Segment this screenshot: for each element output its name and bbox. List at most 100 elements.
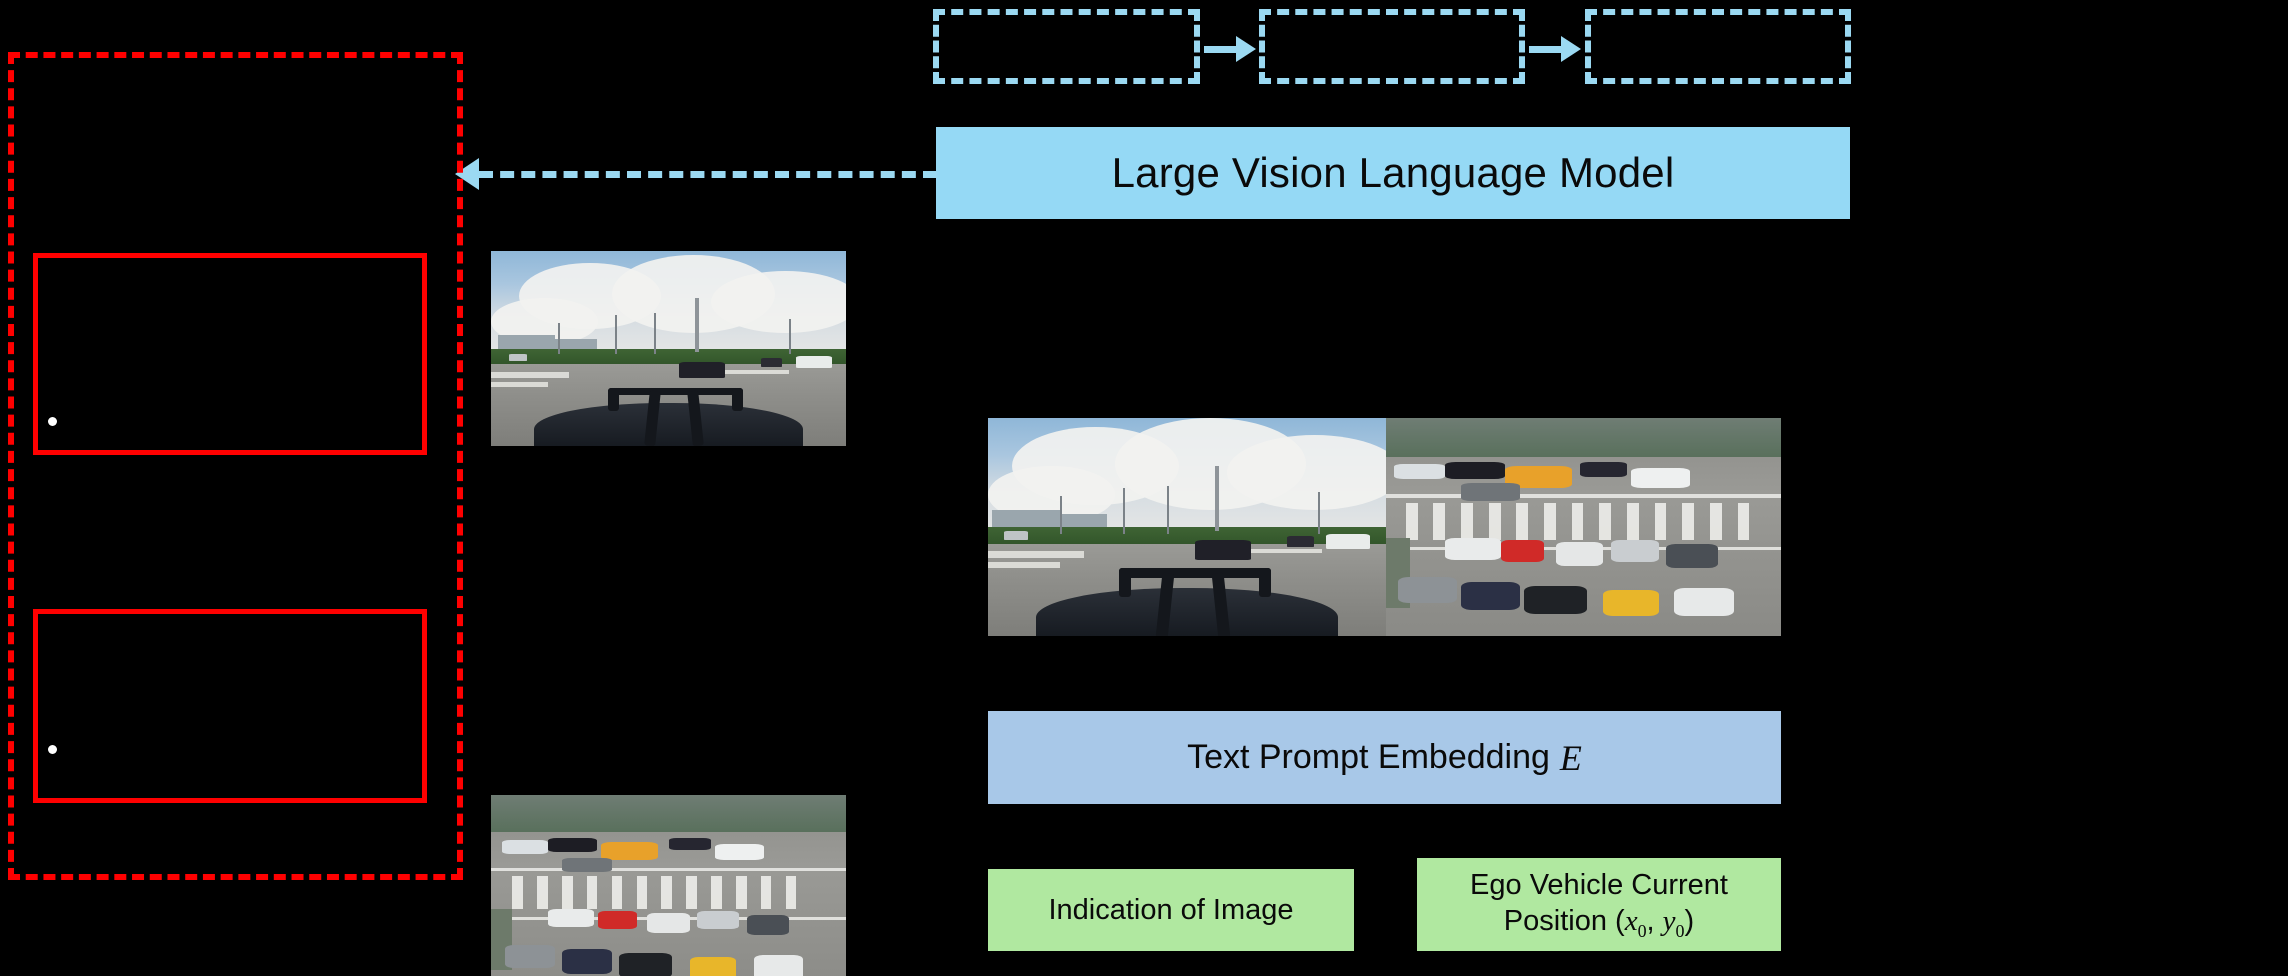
- vehicle: [501, 839, 548, 854]
- vehicle: [1445, 461, 1505, 480]
- zebra-stripe: [1433, 503, 1446, 541]
- vehicle: [547, 908, 594, 927]
- cloud: [711, 270, 846, 333]
- lane-line: [1386, 494, 1781, 498]
- zebra-stripe: [1516, 503, 1529, 541]
- vehicle: [1003, 531, 1028, 541]
- arrow-head-icon: [1561, 36, 1581, 62]
- ego-position-separator: ,: [1646, 904, 1663, 937]
- ego-vehicle-position-box[interactable]: Ego Vehicle Current Position (x0, y0): [1417, 858, 1781, 951]
- zebra-stripe: [1737, 503, 1750, 541]
- arrow-head-icon: [1378, 646, 1400, 662]
- tree-row: [1386, 418, 1781, 458]
- vehicle: [1461, 581, 1521, 610]
- ego-position-y-symbol: y0: [1662, 904, 1685, 941]
- ego-vehicle-position-line-1: Ego Vehicle Current: [1470, 868, 1728, 901]
- zebra-stripe: [611, 876, 623, 909]
- arrow-shaft: [1386, 662, 1392, 706]
- text-prompt-embedding-banner[interactable]: Text Prompt Embedding E: [988, 711, 1781, 804]
- output-card-2[interactable]: [33, 609, 427, 803]
- zebra-stripe: [537, 876, 548, 909]
- arrow-shaft: [1596, 822, 1602, 862]
- vehicle: [689, 957, 736, 976]
- front-view-image[interactable]: [988, 418, 1386, 636]
- ego-position-suffix: ): [1684, 904, 1695, 937]
- arrow-shaft: [1529, 45, 1561, 53]
- roof-rack: [1119, 568, 1271, 579]
- image-pair: [988, 418, 1781, 636]
- pipeline-stage-1[interactable]: [933, 9, 1200, 84]
- zebra-stripe: [1461, 503, 1473, 541]
- vehicle: [508, 354, 527, 362]
- arrow-shaft: [1204, 45, 1236, 53]
- front-view-thumbnail[interactable]: [491, 251, 846, 446]
- indication-of-image-box[interactable]: Indication of Image: [988, 869, 1354, 951]
- ego-vehicle-position-line-2: Position (x0, y0): [1504, 903, 1694, 942]
- crosswalk: [491, 381, 548, 388]
- zebra-stripe: [735, 876, 747, 909]
- street-light-pole: [558, 323, 561, 355]
- ego-position-x-symbol: x0: [1624, 904, 1647, 941]
- zebra-stripe: [1405, 503, 1418, 541]
- zebra-stripe: [1682, 503, 1695, 541]
- embedding-to-images-arrow: [1378, 646, 1400, 706]
- vehicle: [1461, 483, 1521, 501]
- vehicle: [597, 910, 637, 929]
- street-light-pole: [654, 313, 657, 355]
- pipeline-stage-2[interactable]: [1259, 9, 1525, 84]
- drone-view-thumbnail[interactable]: [491, 795, 846, 976]
- street-light-pole: [615, 315, 618, 355]
- vehicle: [796, 356, 832, 368]
- ego-vehicle-hood: [533, 403, 804, 446]
- vehicle: [1393, 463, 1446, 480]
- text-prompt-embedding-label: Text Prompt Embedding: [1187, 738, 1550, 776]
- zebra-stripe: [1709, 503, 1722, 541]
- vehicle: [1579, 461, 1627, 477]
- street-light-pole: [1167, 485, 1170, 534]
- zebra-stripe: [1654, 503, 1667, 541]
- zebra-stripe: [1544, 503, 1556, 541]
- street-light-pole: [789, 319, 792, 355]
- zebra-stripe: [562, 876, 573, 909]
- indication-to-embedding-arrow: [1160, 806, 1182, 862]
- vehicle: [1603, 590, 1659, 617]
- street-light-pole: [1059, 496, 1062, 534]
- vehicle: [1666, 544, 1718, 569]
- vehicle: [1445, 537, 1501, 560]
- vehicle: [1611, 540, 1659, 562]
- vehicle: [1555, 542, 1604, 567]
- radio-tower: [695, 297, 700, 353]
- arrow-shaft: [479, 170, 937, 178]
- vehicle: [1524, 585, 1588, 615]
- roof-rack: [1258, 568, 1271, 597]
- ego-position-prefix: Position (: [1503, 904, 1625, 937]
- zebra-stripe: [586, 876, 598, 909]
- output-card-1-bullet-icon: [48, 417, 57, 426]
- zebra-stripe: [785, 876, 797, 909]
- large-vision-language-model-banner[interactable]: Large Vision Language Model: [936, 127, 1850, 219]
- zebra-stripe: [661, 876, 673, 909]
- output-card-1[interactable]: [33, 253, 427, 455]
- text-prompt-embedding-symbol: E: [1559, 737, 1582, 778]
- vehicle: [760, 358, 783, 368]
- zebra-stripe: [512, 876, 523, 909]
- diagram-canvas: Large Vision Language Model Text Prompt …: [0, 0, 2288, 976]
- zebra-stripe: [1626, 503, 1639, 541]
- vehicle: [1194, 540, 1251, 560]
- vehicle: [1326, 533, 1371, 549]
- crosswalk: [988, 561, 1060, 569]
- van: [1630, 468, 1691, 488]
- vehicle: [696, 910, 740, 929]
- truck: [601, 841, 658, 860]
- zebra-stripe: [636, 876, 648, 909]
- vehicle: [668, 837, 712, 850]
- vehicle: [618, 953, 673, 976]
- cloud: [1226, 435, 1386, 510]
- ego-position-to-embedding-arrow: [1588, 806, 1610, 862]
- drone-view-image[interactable]: [1386, 418, 1781, 636]
- roof-rack: [608, 387, 744, 396]
- pipeline-stage-3[interactable]: [1585, 9, 1851, 84]
- vehicle: [547, 837, 598, 852]
- arrow-head-icon: [1588, 806, 1610, 822]
- vehicle: [647, 912, 690, 934]
